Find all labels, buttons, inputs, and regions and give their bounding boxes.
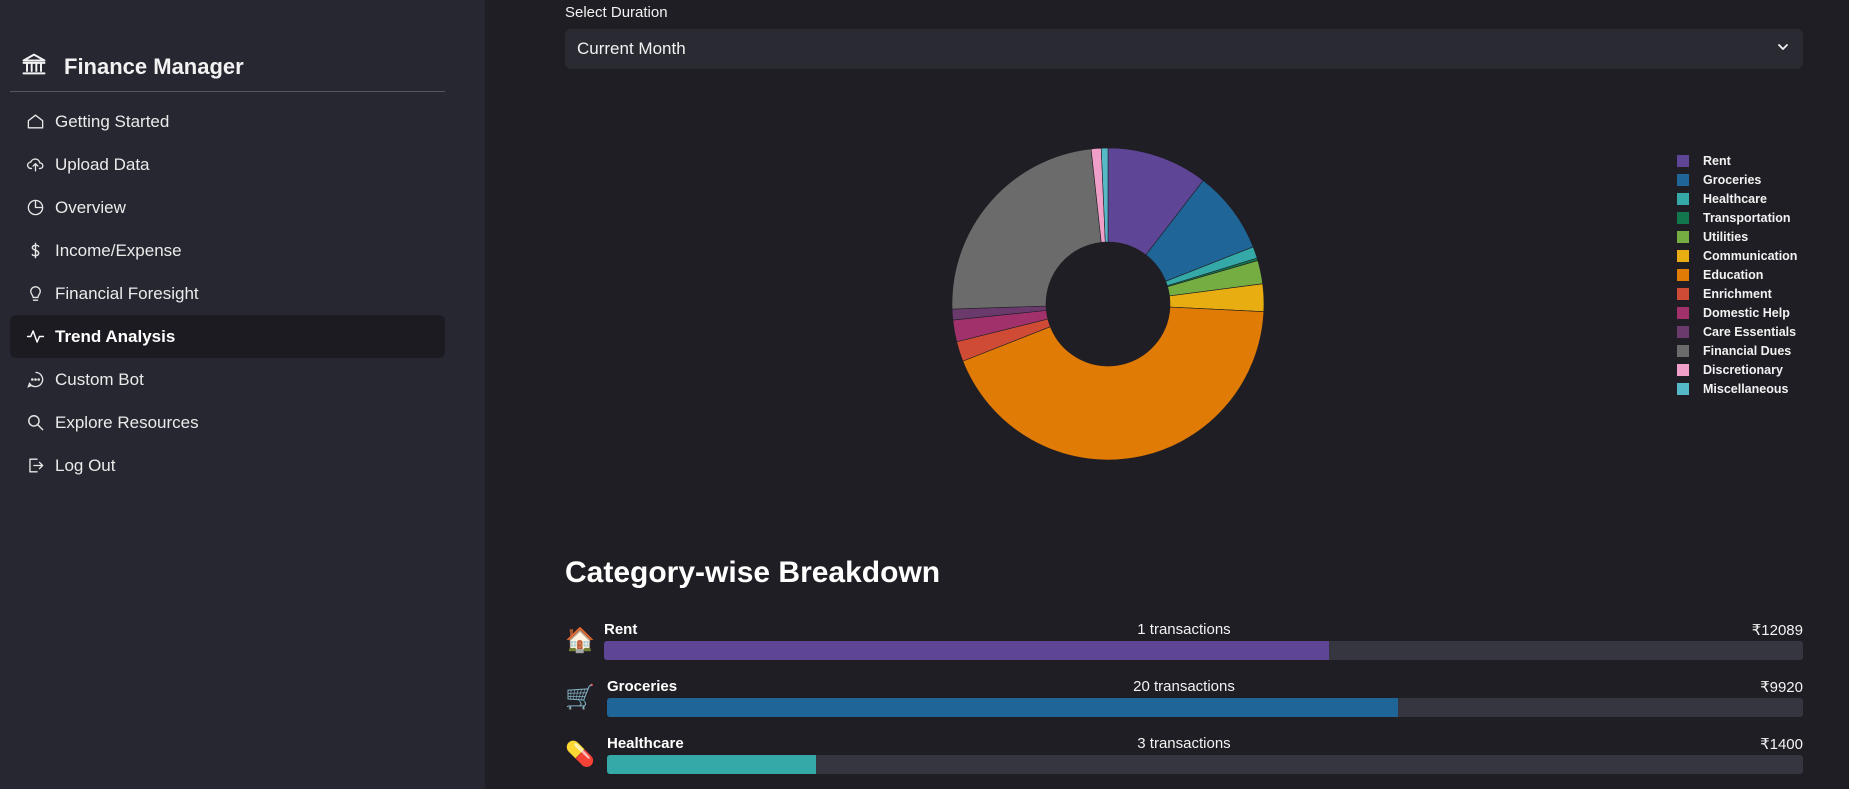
- duration-select-value: Current Month: [577, 39, 686, 58]
- sidebar-item-label: Upload Data: [55, 154, 150, 174]
- category-progress-fill: [604, 641, 1330, 660]
- sidebar-divider: [10, 91, 445, 92]
- legend-label: Enrichment: [1703, 286, 1772, 301]
- pie-chart-icon: [24, 197, 46, 219]
- legend-label: Healthcare: [1703, 191, 1767, 206]
- legend-label: Education: [1703, 267, 1764, 282]
- legend-label: Transportation: [1703, 210, 1791, 225]
- legend-swatch: [1677, 382, 1689, 395]
- chart-legend: Rent Groceries Healthcare Transportation Uti…: [1677, 151, 1797, 398]
- category-count: 1 transactions: [1137, 621, 1231, 638]
- legend-item-domestic-help[interactable]: Domestic Help: [1677, 303, 1797, 322]
- legend-swatch: [1677, 211, 1689, 224]
- legend-swatch: [1677, 287, 1689, 300]
- sidebar: Finance Manager Getting Started Upload D…: [0, 0, 485, 789]
- category-row-groceries: 🛒 Groceries 20 transactions ₹9920: [565, 678, 1803, 728]
- chevron-down-icon: [1775, 39, 1791, 60]
- legend-item-miscellaneous[interactable]: Miscellaneous: [1677, 379, 1797, 398]
- category-count: 20 transactions: [1133, 678, 1235, 695]
- legend-label: Financial Dues: [1703, 343, 1792, 358]
- legend-item-financial-dues[interactable]: Financial Dues: [1677, 341, 1797, 360]
- duration-label: Select Duration: [565, 4, 668, 21]
- legend-swatch: [1677, 154, 1689, 167]
- expense-donut-chart: Rent Groceries Healthcare Transportation Uti…: [485, 120, 1849, 470]
- sidebar-item-label: Log Out: [55, 455, 116, 475]
- cloud-upload-icon: [24, 154, 46, 176]
- legend-swatch: [1677, 192, 1689, 205]
- sidebar-item-getting-started[interactable]: Getting Started: [10, 100, 445, 143]
- category-progress-fill: [607, 698, 1398, 717]
- legend-item-care-essentials[interactable]: Care Essentials: [1677, 322, 1797, 341]
- sidebar-item-label: Overview: [55, 197, 126, 217]
- sidebar-item-log-out[interactable]: Log Out: [10, 444, 445, 487]
- legend-label: Groceries: [1703, 172, 1762, 187]
- legend-item-groceries[interactable]: Groceries: [1677, 170, 1797, 189]
- sidebar-item-label: Income/Expense: [55, 240, 182, 260]
- legend-swatch: [1677, 249, 1689, 262]
- brand: Finance Manager: [20, 50, 244, 83]
- category-amount: ₹12089: [1751, 622, 1803, 639]
- legend-item-rent[interactable]: Rent: [1677, 151, 1797, 170]
- home-icon: [24, 111, 46, 133]
- legend-label: Utilities: [1703, 229, 1749, 244]
- sidebar-item-label: Explore Resources: [55, 412, 199, 432]
- legend-swatch: [1677, 344, 1689, 357]
- sidebar-item-label: Custom Bot: [55, 369, 144, 389]
- category-amount: ₹9920: [1760, 679, 1803, 696]
- sidebar-item-label: Financial Foresight: [55, 283, 199, 303]
- sidebar-nav: Getting Started Upload Data Overview Inc…: [10, 100, 445, 487]
- dollar-icon: [24, 240, 46, 262]
- legend-swatch: [1677, 230, 1689, 243]
- category-progress-fill: [607, 755, 817, 774]
- legend-item-utilities[interactable]: Utilities: [1677, 227, 1797, 246]
- sidebar-item-overview[interactable]: Overview: [10, 186, 445, 229]
- legend-label: Communication: [1703, 248, 1798, 263]
- app-title: Finance Manager: [64, 53, 244, 79]
- legend-item-communication[interactable]: Communication: [1677, 246, 1797, 265]
- legend-label: Care Essentials: [1703, 324, 1797, 339]
- legend-item-healthcare[interactable]: Healthcare: [1677, 189, 1797, 208]
- category-count: 3 transactions: [1137, 735, 1231, 752]
- sidebar-item-custom-bot[interactable]: Custom Bot: [10, 358, 445, 401]
- legend-item-education[interactable]: Education: [1677, 265, 1797, 284]
- breakdown-title: Category-wise Breakdown: [565, 556, 941, 589]
- legend-label: Discretionary: [1703, 362, 1783, 377]
- sidebar-item-upload-data[interactable]: Upload Data: [10, 143, 445, 186]
- sidebar-item-explore-resources[interactable]: Explore Resources: [10, 401, 445, 444]
- category-amount: ₹1400: [1760, 736, 1803, 753]
- legend-swatch: [1677, 306, 1689, 319]
- legend-item-discretionary[interactable]: Discretionary: [1677, 360, 1797, 379]
- activity-icon: [24, 326, 46, 348]
- category-row-rent: 🏠 Rent 1 transactions ₹12089: [565, 621, 1803, 671]
- sidebar-item-trend-analysis[interactable]: Trend Analysis: [10, 315, 445, 358]
- main-content: Select Duration Current Month Rent Grocer…: [485, 0, 1849, 789]
- legend-label: Domestic Help: [1703, 305, 1790, 320]
- category-progress-track: [607, 698, 1803, 717]
- sidebar-item-income-expense[interactable]: Income/Expense: [10, 229, 445, 272]
- legend-label: Miscellaneous: [1703, 381, 1789, 396]
- sidebar-item-label: Getting Started: [55, 111, 170, 131]
- legend-swatch: [1677, 173, 1689, 186]
- category-progress-track: [607, 755, 1803, 774]
- legend-swatch: [1677, 363, 1689, 376]
- legend-item-enrichment[interactable]: Enrichment: [1677, 284, 1797, 303]
- lightbulb-icon: [24, 283, 46, 305]
- legend-label: Rent: [1703, 153, 1731, 168]
- category-progress-track: [604, 641, 1803, 660]
- logout-icon: [24, 455, 46, 477]
- search-icon: [24, 412, 46, 434]
- category-row-healthcare: 💊 Healthcare 3 transactions ₹1400: [565, 735, 1803, 785]
- legend-item-transportation[interactable]: Transportation: [1677, 208, 1797, 227]
- bank-icon: [20, 50, 48, 83]
- legend-swatch: [1677, 268, 1689, 281]
- sidebar-item-label: Trend Analysis: [55, 326, 176, 346]
- sidebar-item-financial-foresight[interactable]: Financial Foresight: [10, 272, 445, 315]
- donut-chart-svg: [951, 147, 1265, 461]
- chat-icon: [24, 369, 46, 391]
- slice-financial-dues[interactable]: [951, 148, 1102, 310]
- legend-swatch: [1677, 325, 1689, 338]
- duration-select[interactable]: Current Month: [565, 29, 1803, 69]
